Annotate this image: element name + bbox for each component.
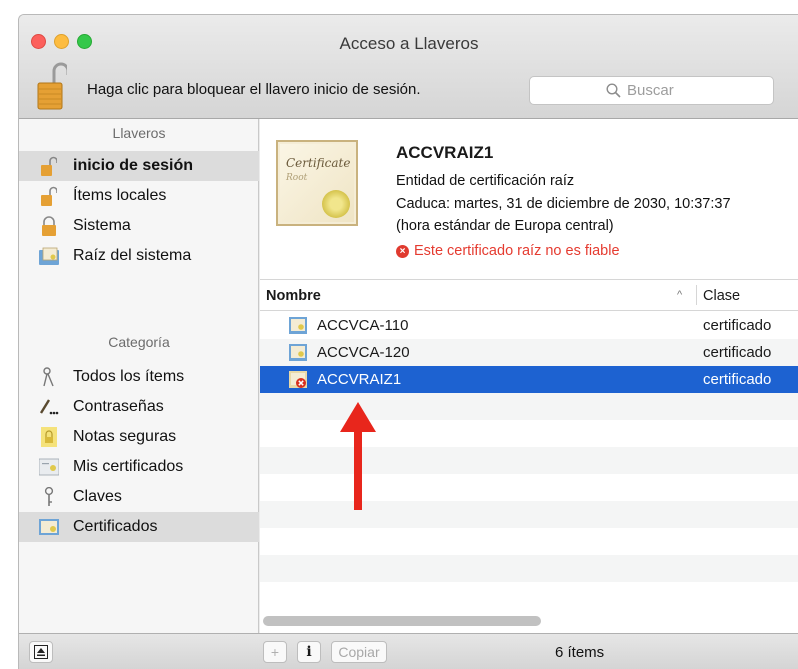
column-header-kind[interactable]: Clase xyxy=(703,288,740,304)
pen-dots-icon xyxy=(39,397,59,417)
sidebar-item-system[interactable]: Sistema xyxy=(19,211,259,241)
note-icon xyxy=(39,427,59,447)
sidebar-item-local-items[interactable]: Ítems locales xyxy=(19,181,259,211)
category-header: Categoría xyxy=(108,334,170,350)
search-icon xyxy=(606,83,621,98)
locked-padlock-icon xyxy=(39,216,59,236)
table-row-empty xyxy=(260,528,798,555)
unlocked-padlock-icon xyxy=(39,186,59,206)
certificate-type: Entidad de certificación raíz xyxy=(396,173,575,189)
horizontal-scrollbar[interactable] xyxy=(263,616,541,626)
sidebar-item-secure-notes[interactable]: Notas seguras xyxy=(19,422,259,452)
certificate-timezone: (hora estándar de Europa central) xyxy=(396,218,614,234)
status-bar: + i Copiar 6 ítems xyxy=(19,633,798,669)
window-title: Acceso a Llaveros xyxy=(339,34,479,53)
certificate-name: ACCVRAIZ1 xyxy=(396,143,494,162)
trust-warning-text: Este certificado raíz no es fiable xyxy=(414,243,620,259)
table-row-empty xyxy=(260,582,798,609)
search-input[interactable] xyxy=(627,82,697,99)
certificate-icon xyxy=(39,517,59,537)
toolbar: Acceso a Llaveros Haga clic para bloquea… xyxy=(19,15,798,119)
sidebar-item-login[interactable]: inicio de sesión xyxy=(19,151,259,181)
copy-button[interactable]: Copiar xyxy=(331,641,387,663)
sidebar-item-passwords[interactable]: Contraseñas xyxy=(19,392,259,422)
folder-certificate-icon xyxy=(39,246,59,266)
key-icon xyxy=(39,487,59,507)
keychains-header: Llaveros xyxy=(112,125,166,141)
table-row-empty xyxy=(260,555,798,582)
add-item-button[interactable]: + xyxy=(263,641,287,663)
red-arrow-annotation xyxy=(340,402,376,510)
table-header: Nombre ^ Clase xyxy=(260,279,798,311)
sidebar-toggle-button[interactable] xyxy=(29,641,53,663)
certificate-expiry: Caduca: martes, 31 de diciembre de 2030,… xyxy=(396,196,731,212)
eject-icon xyxy=(34,645,48,659)
certificate-icon xyxy=(289,344,307,361)
unlocked-padlock-icon[interactable] xyxy=(37,61,67,111)
keychain-access-window: Acceso a Llaveros Haga clic para bloquea… xyxy=(18,14,798,669)
unlocked-padlock-icon xyxy=(39,156,59,176)
seal-icon xyxy=(322,190,350,218)
trust-warning: × Este certificado raíz no es fiable xyxy=(396,243,620,259)
sidebar-item-keys[interactable]: Claves xyxy=(19,482,259,512)
error-icon: × xyxy=(396,244,409,258)
certificate-icon xyxy=(289,317,307,334)
certificate-image-subtext: Root xyxy=(286,173,308,183)
keys-icon xyxy=(39,367,59,387)
certificate-image: Certificate Root xyxy=(276,140,358,226)
sidebar: Llaveros inicio de sesión Ítems locales … xyxy=(19,119,259,633)
sidebar-item-certificates[interactable]: Certificados xyxy=(19,512,259,542)
lock-instruction: Haga clic para bloquear el llavero inici… xyxy=(87,81,421,98)
sidebar-item-system-roots[interactable]: Raíz del sistema xyxy=(19,241,259,271)
column-header-name[interactable]: Nombre xyxy=(266,288,321,304)
item-count: 6 ítems xyxy=(555,644,605,661)
column-divider[interactable] xyxy=(696,285,697,305)
sort-ascending-icon: ^ xyxy=(677,289,683,301)
sidebar-item-all-items[interactable]: Todos los ítems xyxy=(19,362,259,392)
table-row-selected[interactable]: ACCVRAIZ1 certificado xyxy=(260,366,798,393)
certificate-image-text: Certificate xyxy=(286,156,351,170)
table-row[interactable]: ACCVCA-120 certificado xyxy=(260,339,798,366)
main-pane: Certificate Root ACCVRAIZ1 Entidad de ce… xyxy=(260,119,798,633)
table-row[interactable]: ACCVCA-110 certificado xyxy=(260,312,798,339)
untrusted-certificate-icon xyxy=(289,371,307,388)
search-field[interactable] xyxy=(529,76,774,105)
sidebar-item-my-certificates[interactable]: Mis certificados xyxy=(19,452,259,482)
info-button[interactable]: i xyxy=(297,641,321,663)
certificate-person-icon xyxy=(39,457,59,477)
arrow-shape xyxy=(340,402,376,510)
